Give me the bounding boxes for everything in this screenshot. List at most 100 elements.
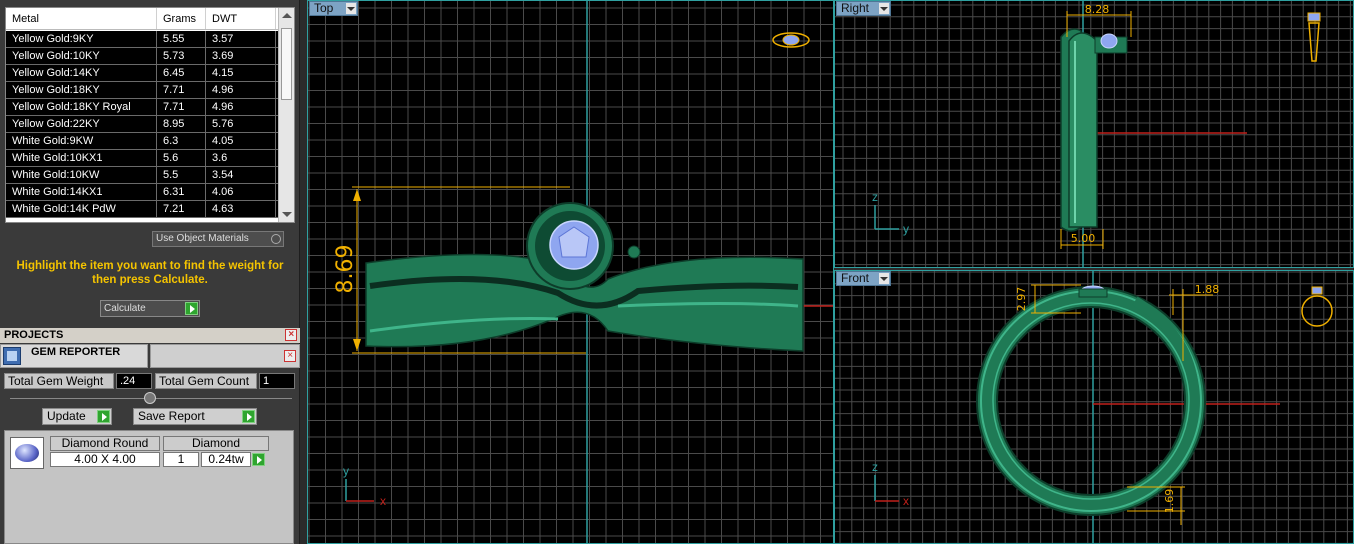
left-panel: Metal Grams DWT Yellow Gold:9KY 5.55 3.57 Y… xyxy=(0,0,300,544)
metal-dwt: 4.05 xyxy=(206,133,276,149)
metal-name: Yellow Gold:14KY xyxy=(6,65,157,81)
metal-dwt: 4.63 xyxy=(206,201,276,217)
scroll-down-icon[interactable] xyxy=(282,212,292,217)
metal-grams: 5.73 xyxy=(157,48,206,64)
metal-table-scrollbar[interactable] xyxy=(278,8,294,222)
metal-table-header: Metal Grams DWT xyxy=(6,8,294,30)
total-gem-weight-label: Total Gem Weight xyxy=(4,373,114,389)
close-icon[interactable]: × xyxy=(285,329,297,341)
viewport-front-tab[interactable]: Front xyxy=(836,271,891,286)
gem-reporter-icon xyxy=(3,347,21,365)
calculate-go-icon[interactable] xyxy=(185,302,198,315)
close-icon[interactable]: × xyxy=(284,350,296,362)
dimension-front-c-label: 1.69 xyxy=(1163,489,1176,514)
update-label: Update xyxy=(47,409,86,423)
table-row[interactable]: Yellow Gold:18KY Royal 7.71 4.96 xyxy=(6,99,278,116)
gem-shape: Diamond Round xyxy=(50,436,160,451)
update-button[interactable]: Update xyxy=(42,408,112,425)
metal-dwt: 4.96 xyxy=(206,82,276,98)
axis-y-label: y xyxy=(343,464,349,478)
calculate-hint: Highlight the item you want to find the … xyxy=(16,260,284,286)
metal-grams: 6.45 xyxy=(157,65,206,81)
gem-reporter-tab[interactable]: GEM REPORTER xyxy=(0,344,148,368)
metal-grams: 7.21 xyxy=(157,201,206,217)
table-row[interactable]: Yellow Gold:10KY 5.73 3.69 xyxy=(6,48,278,65)
table-row[interactable]: White Gold:10KW 5.5 3.54 xyxy=(6,167,278,184)
metal-table-body: Yellow Gold:9KY 5.55 3.57 Yellow Gold:10KY 5… xyxy=(6,31,278,218)
dimension-width-label: 8.28 xyxy=(1085,3,1110,16)
metal-name: Yellow Gold:9KY xyxy=(6,31,157,47)
dimension-front-b-label: 1.88 xyxy=(1195,283,1220,296)
viewport-front[interactable]: 2.97 1.88 1.69 z x Front xyxy=(834,270,1354,544)
table-row[interactable]: White Gold:14KX1 6.31 4.06 xyxy=(6,184,278,201)
diamond-round-icon xyxy=(10,437,44,469)
metal-grams: 7.71 xyxy=(157,99,206,115)
metal-dwt: 3.6 xyxy=(206,150,276,166)
metal-dwt: 3.69 xyxy=(206,48,276,64)
metal-name: Yellow Gold:10KY xyxy=(6,48,157,64)
ring-model[interactable] xyxy=(976,285,1206,516)
ring-model[interactable] xyxy=(1060,28,1128,232)
metal-name: White Gold:10KW xyxy=(6,167,157,183)
dimension-bottom-label: 5.00 xyxy=(1071,232,1096,245)
metal-name: White Gold:14K PdW xyxy=(6,201,157,217)
projects-bar: PROJECTS × xyxy=(0,328,300,343)
save-report-button[interactable]: Save Report xyxy=(133,408,257,425)
gem-reporter-header-fill: × xyxy=(150,344,300,368)
update-go-icon[interactable] xyxy=(97,410,110,423)
viewport-top-tab[interactable]: Top xyxy=(309,1,358,16)
col-metal[interactable]: Metal xyxy=(6,8,157,29)
table-row[interactable]: Yellow Gold:22KY 8.95 5.76 xyxy=(6,116,278,133)
gem-details-go-icon[interactable] xyxy=(252,453,265,466)
right-view-canvas: 8.28 5.00 z y xyxy=(835,1,1353,267)
metal-dwt: 3.54 xyxy=(206,167,276,183)
axis-z-label: z xyxy=(872,190,878,204)
metal-grams: 5.5 xyxy=(157,167,206,183)
table-row[interactable]: Yellow Gold:9KY 5.55 3.57 xyxy=(6,31,278,48)
calculate-dropdown[interactable]: Calculate xyxy=(100,300,200,317)
save-report-go-icon[interactable] xyxy=(242,410,255,423)
total-gem-count-label: Total Gem Count xyxy=(155,373,257,389)
viewport-top-label: Top xyxy=(314,1,334,15)
ring-model[interactable] xyxy=(365,202,804,352)
chevron-down-icon[interactable] xyxy=(879,3,889,14)
viewport-top[interactable]: 8.69 y x Top xyxy=(307,0,834,544)
table-row[interactable]: Yellow Gold:18KY 7.71 4.96 xyxy=(6,82,278,99)
viewport-right-tab[interactable]: Right xyxy=(836,1,891,16)
gem-list-item[interactable]: Diamond Round Diamond 4.00 X 4.00 1 0.24… xyxy=(4,430,294,544)
front-view-canvas: 2.97 1.88 1.69 z x xyxy=(835,271,1353,543)
scroll-up-icon[interactable] xyxy=(282,13,292,18)
gem-reporter-title: GEM REPORTER xyxy=(31,346,121,358)
table-row[interactable]: White Gold:10KX1 5.6 3.6 xyxy=(6,150,278,167)
table-row[interactable]: White Gold:9KW 6.3 4.05 xyxy=(6,133,278,150)
metal-name: White Gold:10KX1 xyxy=(6,150,157,166)
projects-title: PROJECTS xyxy=(4,329,64,341)
ring-side-preview-icon xyxy=(1307,12,1321,62)
dimension-height-label: 8.69 xyxy=(333,245,358,294)
axis-x-label: x xyxy=(380,494,386,508)
panel-splitter-handle[interactable] xyxy=(144,392,156,404)
save-report-label: Save Report xyxy=(138,409,205,423)
dimension-front-a-label: 2.97 xyxy=(1015,287,1028,312)
table-row[interactable]: White Gold:14K PdW 7.21 4.63 xyxy=(6,201,278,218)
col-dwt[interactable]: DWT xyxy=(206,8,276,29)
metal-name: Yellow Gold:18KY xyxy=(6,82,157,98)
radio-icon[interactable] xyxy=(271,234,281,244)
metal-name: White Gold:9KW xyxy=(6,133,157,149)
use-object-materials-toggle[interactable]: Use Object Materials xyxy=(152,231,284,247)
gem-count: 1 xyxy=(163,452,199,467)
metal-grams: 8.95 xyxy=(157,116,206,132)
metal-name: White Gold:14KX1 xyxy=(6,184,157,200)
scroll-thumb[interactable] xyxy=(281,28,292,100)
chevron-down-icon[interactable] xyxy=(879,273,889,284)
gem-type: Diamond xyxy=(163,436,269,451)
viewport-right[interactable]: 8.28 5.00 z y Right xyxy=(834,0,1354,268)
metal-dwt: 3.57 xyxy=(206,31,276,47)
viewport-front-label: Front xyxy=(841,271,870,285)
metal-name: Yellow Gold:22KY xyxy=(6,116,157,132)
gem-size: 4.00 X 4.00 xyxy=(50,452,160,467)
top-view-canvas: 8.69 y x xyxy=(308,1,833,543)
table-row[interactable]: Yellow Gold:14KY 6.45 4.15 xyxy=(6,65,278,82)
col-grams[interactable]: Grams xyxy=(157,8,206,29)
chevron-down-icon[interactable] xyxy=(346,3,356,14)
